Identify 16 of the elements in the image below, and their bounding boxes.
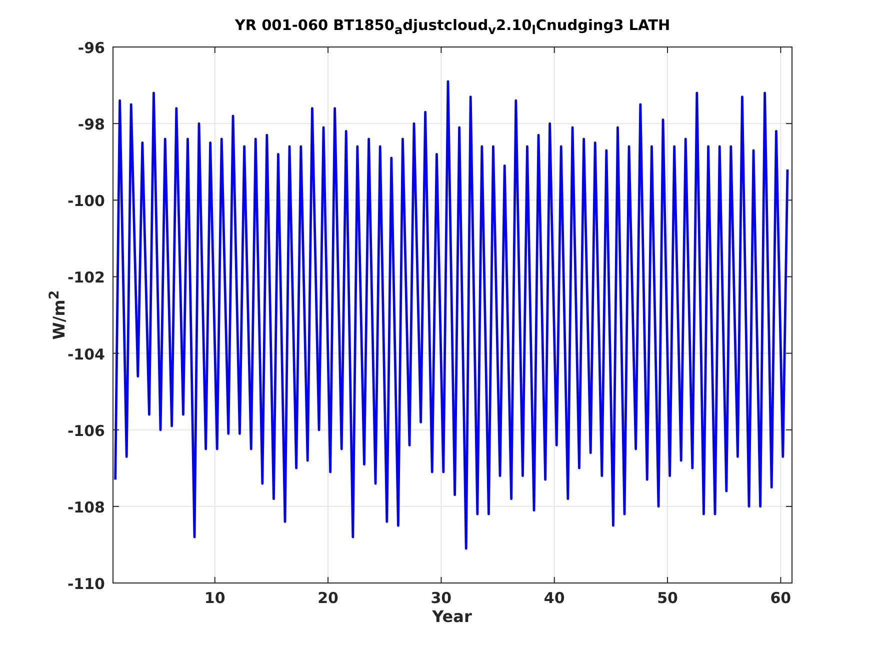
x-tick-label: 40: [544, 589, 565, 607]
x-tick-label: 60: [770, 589, 792, 607]
x-tick-label: 50: [657, 589, 678, 607]
y-tick-label: -110: [67, 575, 105, 593]
y-tick-label: -102: [67, 268, 105, 287]
y-tick-label: -108: [67, 498, 105, 516]
y-tick-label: -100: [67, 192, 105, 210]
x-tick-label: 30: [430, 589, 452, 607]
y-tick-label: -106: [67, 422, 105, 440]
x-tick-label: 10: [204, 589, 226, 607]
y-tick-label: -96: [78, 39, 105, 57]
x-tick-label: 20: [318, 589, 338, 607]
y-tick-label: -98: [78, 116, 105, 134]
x-axis-label: Year: [432, 607, 472, 626]
chart-title: YR 001-060 BT1850$_{a}$djustcloud$_{v}$2.10$_{l}$Cnudging3 LATH: [234, 18, 672, 37]
y-tick-label: -104: [67, 345, 105, 364]
